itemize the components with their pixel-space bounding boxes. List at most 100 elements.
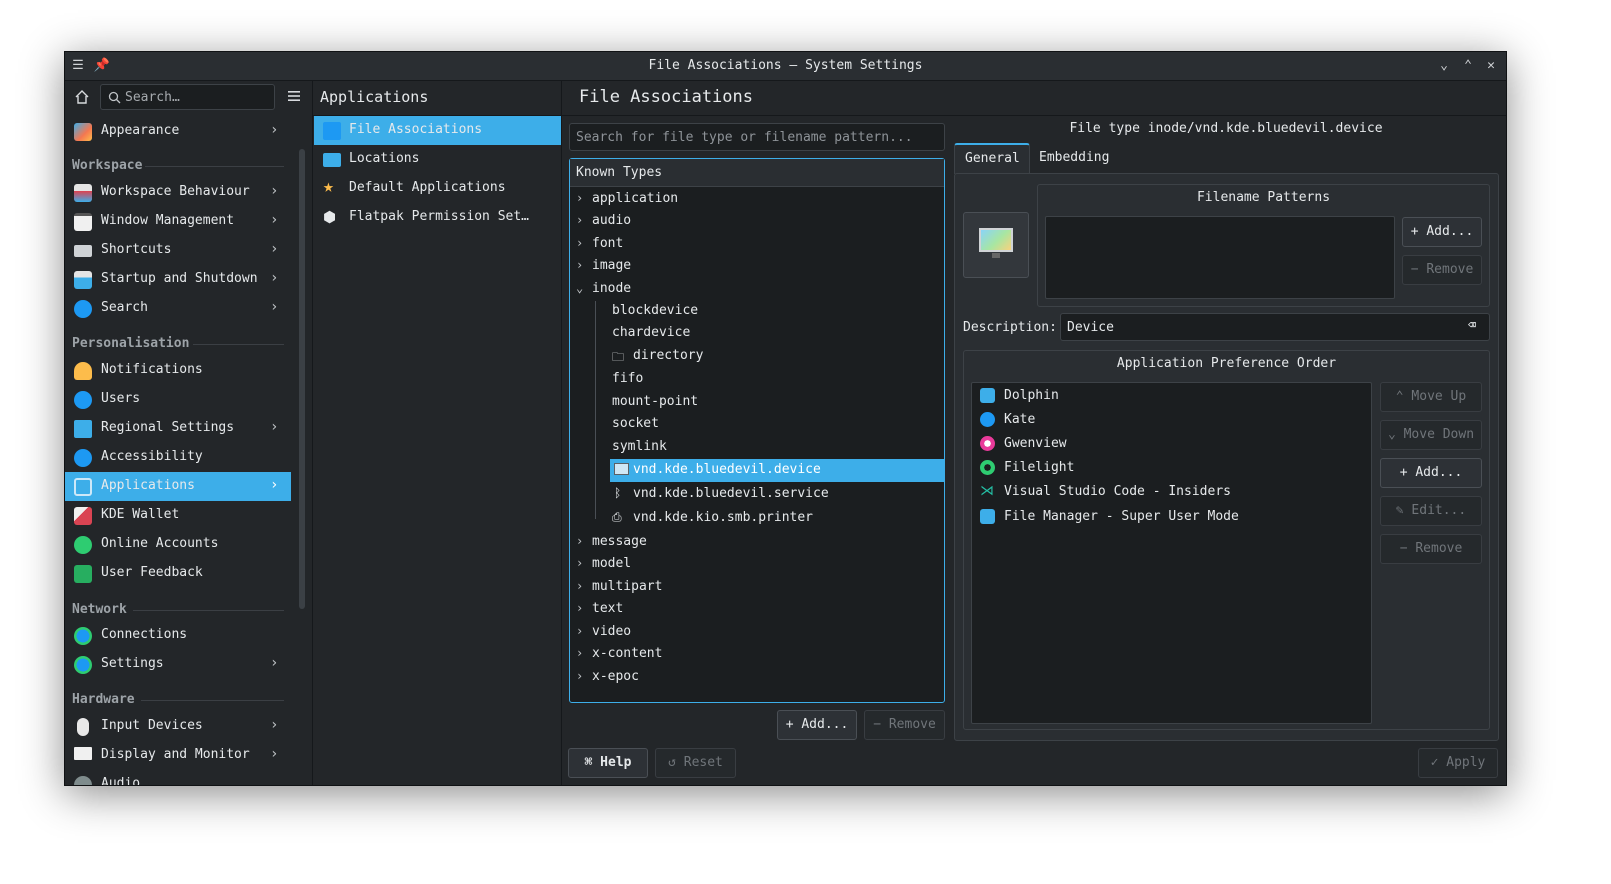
subpanel-item-label: Default Applications	[349, 180, 506, 195]
tree-row-label: directory	[633, 348, 704, 363]
tree-row-symlink[interactable]: symlink	[606, 437, 936, 459]
sidebar-item-label: Regional Settings	[101, 420, 235, 435]
sidebar-item-label: Connections	[101, 627, 188, 642]
maximize-icon[interactable]: ⌃	[1459, 57, 1477, 75]
close-icon[interactable]: ✕	[1482, 57, 1500, 75]
hamburger-menu-icon[interactable]	[286, 88, 302, 104]
file-type-label: File type inode/vnd.kde.bluedevil.device	[1069, 121, 1383, 136]
remove-type-button[interactable]: − Remove	[864, 710, 945, 740]
sidebar-search-input[interactable]: Search…	[100, 84, 275, 110]
button-label: Edit...	[1411, 503, 1467, 518]
chevron-right-icon: ›	[576, 601, 584, 615]
help-icon: ⌘	[584, 755, 601, 770]
filename-patterns-list[interactable]	[1045, 216, 1395, 299]
pencil-icon: ✎	[1395, 503, 1412, 518]
sidebar-item-workspace-behaviour[interactable]: Workspace Behaviour ›	[65, 178, 291, 207]
add-type-button[interactable]: + Add...	[777, 710, 857, 740]
tree-row-image[interactable]: › image	[576, 256, 936, 278]
remove-application-button[interactable]: − Remove	[1380, 534, 1482, 564]
tree-row-model[interactable]: › model	[576, 554, 936, 576]
edit-application-button[interactable]: ✎ Edit...	[1380, 496, 1482, 526]
tree-row-mount-point[interactable]: mount-point	[606, 392, 936, 414]
subpanel-item-file-associations[interactable]: File Associations	[314, 116, 561, 145]
sidebar-item-regional-settings[interactable]: Regional Settings ›	[65, 414, 291, 443]
type-icon-button[interactable]	[963, 212, 1029, 278]
minimize-icon[interactable]: ⌄	[1435, 57, 1453, 75]
sidebar-item-search[interactable]: Search ›	[65, 294, 291, 323]
sidebar-item-applications[interactable]: Applications ›	[65, 472, 291, 501]
monitor-icon	[614, 463, 629, 475]
tree-row-vnd-kde-bluedevil-service[interactable]: ᛒ vnd.kde.bluedevil.service	[606, 484, 936, 506]
tree-header: Known Types	[570, 159, 944, 187]
clear-text-icon[interactable]: ⌫	[1468, 318, 1476, 333]
tree-row-text[interactable]: › text	[576, 599, 936, 621]
tree-row-label: video	[592, 624, 632, 639]
tree-row-vnd-kde-kio-smb-printer[interactable]: ⎙ vnd.kde.kio.smb.printer	[606, 508, 936, 530]
subpanel-item-default-applications[interactable]: ★ Default Applications	[314, 174, 561, 203]
file-type-search-input[interactable]: Search for file type or filename pattern…	[569, 123, 945, 151]
sidebar-item-input-devices[interactable]: Input Devices ›	[65, 712, 291, 741]
button-label: Remove	[888, 717, 936, 732]
vscode-icon: ⋊	[980, 483, 994, 499]
tree-row-x-content[interactable]: › x-content	[576, 644, 936, 666]
sidebar-item-display-and-monitor[interactable]: Display and Monitor ›	[65, 741, 291, 770]
tree-row-directory[interactable]: 🗀 directory	[606, 346, 936, 368]
tree-row-font[interactable]: › font	[576, 234, 936, 256]
tree-row-label: multipart	[592, 579, 663, 594]
tree-row-blockdevice[interactable]: blockdevice	[606, 301, 936, 323]
section-heading-personalisation: Personalisation	[72, 336, 190, 351]
sidebar-item-shortcuts[interactable]: Shortcuts ›	[65, 236, 291, 265]
add-pattern-button[interactable]: + Add...	[1402, 217, 1482, 247]
sidebar-item-appearance[interactable]: Appearance ›	[65, 117, 291, 146]
move-up-button[interactable]: ⌃ Move Up	[1380, 382, 1482, 412]
tree-row-inode[interactable]: ⌄ inode	[576, 279, 936, 301]
tree-row-message[interactable]: › message	[576, 532, 936, 554]
sidebar-item-startup-and-shutdown[interactable]: Startup and Shutdown ›	[65, 265, 291, 294]
application-list[interactable]: Dolphin Kate Gwenview Filelight ⋊ Visual…	[971, 382, 1372, 724]
tab-embedding[interactable]: Embedding	[1031, 145, 1117, 173]
add-application-button[interactable]: + Add...	[1380, 458, 1482, 488]
sidebar: Search… Appearance › Workspace Workspace…	[65, 81, 312, 785]
sidebar-item-user-feedback[interactable]: User Feedback	[65, 559, 291, 588]
sidebar-item-notifications[interactable]: Notifications	[65, 356, 291, 385]
tab-general[interactable]: General	[954, 143, 1030, 174]
tree-row-socket[interactable]: socket	[606, 414, 936, 436]
help-button[interactable]: ⌘ Help	[568, 748, 648, 778]
app-label: Visual Studio Code - Insiders	[1004, 484, 1231, 499]
subpanel-item-locations[interactable]: Locations	[314, 145, 561, 174]
group-title: Filename Patterns	[1196, 190, 1331, 205]
subpanel-item-flatpak-permissions[interactable]: ⬢ Flatpak Permission Set…	[314, 203, 561, 232]
sidebar-item-window-management[interactable]: Window Management ›	[65, 207, 291, 236]
chevron-right-icon: ›	[270, 122, 279, 138]
chevron-right-icon: ›	[270, 183, 279, 199]
filename-patterns-group: Filename Patterns + Add... − Remove	[1037, 184, 1490, 307]
sidebar-item-label: Input Devices	[101, 718, 203, 733]
apply-button[interactable]: ✓ Apply	[1418, 748, 1498, 778]
sidebar-item-network-settings[interactable]: Settings ›	[65, 650, 291, 679]
sidebar-item-online-accounts[interactable]: Online Accounts	[65, 530, 291, 559]
tree-row-vnd-kde-bluedevil-device[interactable]: vnd.kde.bluedevil.device	[610, 459, 944, 482]
home-icon[interactable]	[73, 88, 91, 106]
sidebar-item-label: Startup and Shutdown	[101, 271, 258, 286]
tree-row-multipart[interactable]: › multipart	[576, 577, 936, 599]
chevron-right-icon: ›	[270, 717, 279, 733]
sidebar-item-users[interactable]: Users	[65, 385, 291, 414]
tree-row-label: inode	[592, 281, 632, 296]
tree-row-chardevice[interactable]: chardevice	[606, 323, 936, 345]
tree-row-audio[interactable]: › audio	[576, 211, 936, 233]
tree-row-application[interactable]: › application	[576, 189, 936, 211]
description-input[interactable]: Device ⌫	[1060, 313, 1490, 341]
sidebar-item-accessibility[interactable]: Accessibility	[65, 443, 291, 472]
known-types-tree[interactable]: Known Types › application › audio › font › i…	[569, 158, 945, 703]
flatpak-icon: ⬢	[323, 208, 337, 226]
sidebar-item-kde-wallet[interactable]: KDE Wallet	[65, 501, 291, 530]
sidebar-item-connections[interactable]: Connections	[65, 621, 291, 650]
reset-button[interactable]: ↺ Reset	[655, 748, 736, 778]
tree-row-video[interactable]: › video	[576, 622, 936, 644]
tree-row-x-epoc[interactable]: › x-epoc	[576, 667, 936, 689]
sidebar-item-audio[interactable]: Audio	[65, 770, 291, 785]
tree-row-fifo[interactable]: fifo	[606, 369, 936, 391]
move-down-button[interactable]: ⌄ Move Down	[1380, 420, 1482, 450]
remove-pattern-button[interactable]: − Remove	[1402, 255, 1482, 285]
sidebar-scrollbar[interactable]	[299, 149, 305, 609]
